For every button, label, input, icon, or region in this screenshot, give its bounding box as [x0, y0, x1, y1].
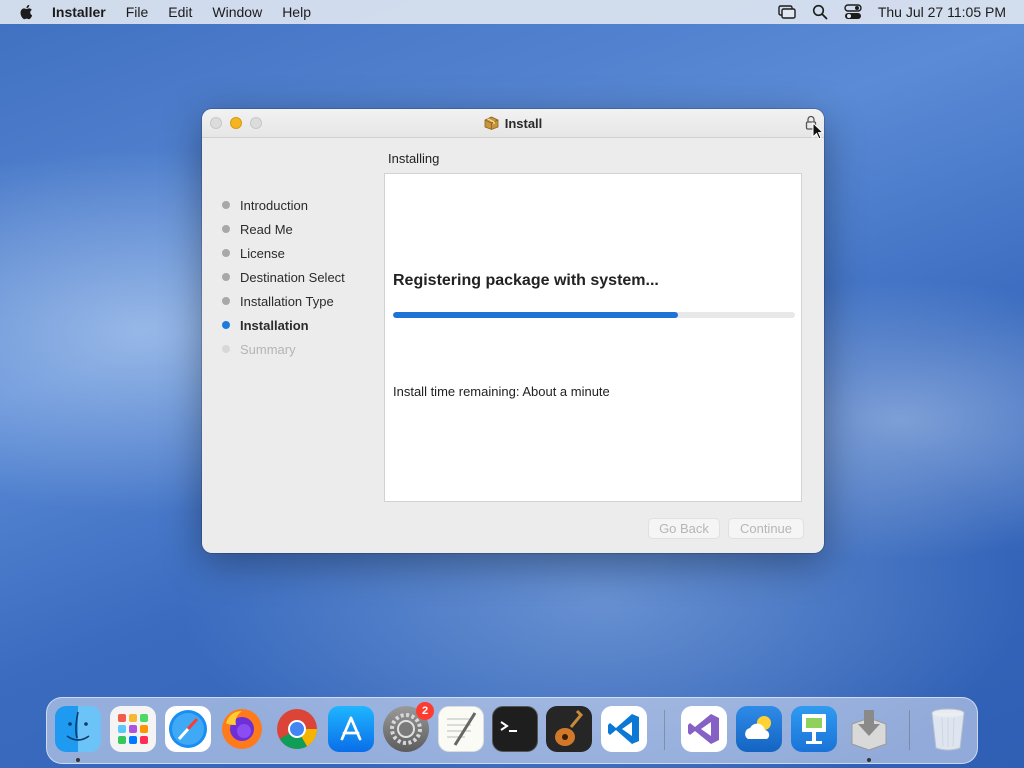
install-progress-bar — [393, 312, 795, 318]
spotlight-search-icon[interactable] — [812, 4, 828, 20]
dock-separator — [909, 710, 910, 750]
dock: 2 — [46, 697, 978, 764]
step-summary: Summary — [222, 337, 345, 361]
package-icon — [484, 116, 499, 130]
window-title: Install — [504, 115, 543, 131]
step-bullet — [222, 225, 230, 233]
continue-button[interactable]: Continue — [728, 518, 804, 539]
install-progress-panel: Registering package with system... Insta… — [384, 173, 802, 502]
step-label: Read Me — [240, 221, 293, 237]
menu-bar: Installer File Edit Window Help Thu Jul … — [0, 0, 1024, 24]
section-title: Installing — [388, 151, 440, 166]
mouse-cursor-icon — [812, 122, 824, 140]
go-back-button[interactable]: Go Back — [648, 518, 720, 539]
step-bullet — [222, 273, 230, 281]
installer-steps-list: Introduction Read Me License Destination… — [222, 193, 345, 361]
menu-file[interactable]: File — [126, 4, 149, 20]
menu-help[interactable]: Help — [282, 4, 311, 20]
terminal-icon[interactable] — [492, 706, 538, 752]
window-title-area: Install — [202, 109, 824, 137]
keynote-icon[interactable] — [791, 706, 837, 752]
control-center-icon[interactable] — [844, 4, 862, 20]
trash-icon[interactable] — [925, 706, 971, 752]
step-license: License — [222, 241, 345, 265]
step-bullet — [222, 345, 230, 353]
step-bullet — [222, 297, 230, 305]
step-destination-select: Destination Select — [222, 265, 345, 289]
finder-icon[interactable] — [55, 706, 101, 752]
step-label: Installation Type — [240, 293, 334, 309]
safari-icon[interactable] — [165, 706, 211, 752]
install-status-text: Registering package with system... — [393, 272, 659, 289]
installer-window: Install Introduction Read Me License Des… — [202, 109, 824, 553]
step-installation: Installation — [222, 313, 345, 337]
menu-app-name[interactable]: Installer — [52, 4, 106, 20]
launchpad-icon[interactable] — [110, 706, 156, 752]
screen-mirroring-icon[interactable] — [778, 5, 796, 19]
step-bullet — [222, 249, 230, 257]
step-label: Introduction — [240, 197, 308, 213]
step-label: Destination Select — [240, 269, 345, 285]
step-label: Summary — [240, 341, 296, 357]
garageband-icon[interactable] — [546, 706, 592, 752]
weather-icon[interactable] — [736, 706, 782, 752]
chrome-icon[interactable] — [274, 706, 320, 752]
install-progress-fill — [393, 312, 679, 318]
apple-menu-icon[interactable] — [18, 3, 36, 21]
visual-studio-icon[interactable] — [681, 706, 727, 752]
vscode-icon[interactable] — [601, 706, 647, 752]
time-remaining-text: Install time remaining: About a minute — [393, 384, 610, 399]
finder-running-indicator — [76, 758, 80, 762]
step-bullet-active — [222, 321, 230, 329]
app-store-icon[interactable] — [328, 706, 374, 752]
menu-edit[interactable]: Edit — [168, 4, 192, 20]
menu-window[interactable]: Window — [212, 4, 262, 20]
step-introduction: Introduction — [222, 193, 345, 217]
step-label: Installation — [240, 317, 309, 333]
step-label: License — [240, 245, 285, 261]
window-titlebar[interactable]: Install — [202, 109, 824, 138]
menu-clock[interactable]: Thu Jul 27 11:05 PM — [878, 4, 1006, 20]
installer-running-indicator — [867, 758, 871, 762]
textedit-icon[interactable] — [438, 706, 484, 752]
step-bullet — [222, 201, 230, 209]
step-read-me: Read Me — [222, 217, 345, 241]
step-installation-type: Installation Type — [222, 289, 345, 313]
system-preferences-badge: 2 — [416, 702, 434, 720]
installer-icon[interactable] — [846, 706, 892, 752]
dock-separator — [664, 710, 665, 750]
firefox-icon[interactable] — [219, 706, 265, 752]
